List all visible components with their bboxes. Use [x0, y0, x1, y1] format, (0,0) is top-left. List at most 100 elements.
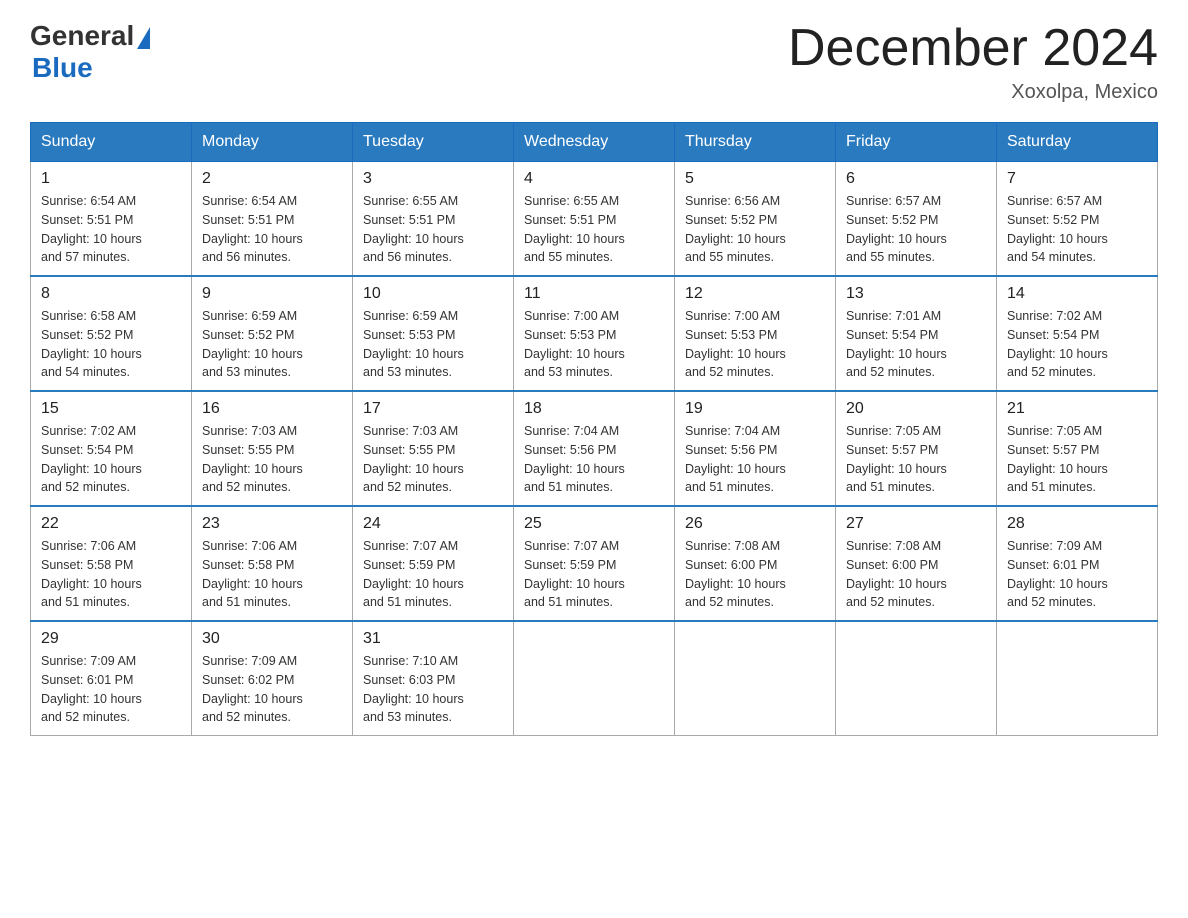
day-number: 20: [846, 400, 986, 418]
day-info: Sunrise: 6:57 AMSunset: 5:52 PMDaylight:…: [1007, 192, 1147, 267]
day-number: 29: [41, 630, 181, 648]
day-number: 27: [846, 515, 986, 533]
day-number: 24: [363, 515, 503, 533]
calendar-cell: 18 Sunrise: 7:04 AMSunset: 5:56 PMDaylig…: [514, 391, 675, 506]
col-friday: Friday: [836, 123, 997, 162]
calendar-cell: 30 Sunrise: 7:09 AMSunset: 6:02 PMDaylig…: [192, 621, 353, 736]
day-info: Sunrise: 7:07 AMSunset: 5:59 PMDaylight:…: [363, 537, 503, 612]
calendar-cell: 7 Sunrise: 6:57 AMSunset: 5:52 PMDayligh…: [997, 162, 1158, 277]
day-info: Sunrise: 7:05 AMSunset: 5:57 PMDaylight:…: [846, 422, 986, 497]
day-number: 13: [846, 285, 986, 303]
day-info: Sunrise: 7:02 AMSunset: 5:54 PMDaylight:…: [1007, 307, 1147, 382]
day-info: Sunrise: 6:58 AMSunset: 5:52 PMDaylight:…: [41, 307, 181, 382]
col-tuesday: Tuesday: [353, 123, 514, 162]
day-number: 30: [202, 630, 342, 648]
day-number: 21: [1007, 400, 1147, 418]
day-number: 23: [202, 515, 342, 533]
day-number: 26: [685, 515, 825, 533]
day-info: Sunrise: 7:06 AMSunset: 5:58 PMDaylight:…: [202, 537, 342, 612]
day-info: Sunrise: 7:05 AMSunset: 5:57 PMDaylight:…: [1007, 422, 1147, 497]
calendar-cell: 19 Sunrise: 7:04 AMSunset: 5:56 PMDaylig…: [675, 391, 836, 506]
day-number: 16: [202, 400, 342, 418]
calendar-cell: 16 Sunrise: 7:03 AMSunset: 5:55 PMDaylig…: [192, 391, 353, 506]
logo-triangle-icon: [137, 27, 150, 49]
calendar-week-5: 29 Sunrise: 7:09 AMSunset: 6:01 PMDaylig…: [31, 621, 1158, 736]
calendar-week-3: 15 Sunrise: 7:02 AMSunset: 5:54 PMDaylig…: [31, 391, 1158, 506]
calendar-cell: [514, 621, 675, 736]
month-title: December 2024: [788, 20, 1158, 77]
location-text: Xoxolpa, Mexico: [788, 81, 1158, 104]
title-block: December 2024 Xoxolpa, Mexico: [788, 20, 1158, 104]
day-number: 11: [524, 285, 664, 303]
calendar-cell: [997, 621, 1158, 736]
calendar-cell: 1 Sunrise: 6:54 AMSunset: 5:51 PMDayligh…: [31, 162, 192, 277]
calendar-cell: 27 Sunrise: 7:08 AMSunset: 6:00 PMDaylig…: [836, 506, 997, 621]
calendar-cell: 29 Sunrise: 7:09 AMSunset: 6:01 PMDaylig…: [31, 621, 192, 736]
calendar-cell: 15 Sunrise: 7:02 AMSunset: 5:54 PMDaylig…: [31, 391, 192, 506]
calendar-cell: [675, 621, 836, 736]
calendar-week-4: 22 Sunrise: 7:06 AMSunset: 5:58 PMDaylig…: [31, 506, 1158, 621]
day-info: Sunrise: 7:01 AMSunset: 5:54 PMDaylight:…: [846, 307, 986, 382]
day-number: 31: [363, 630, 503, 648]
day-info: Sunrise: 7:06 AMSunset: 5:58 PMDaylight:…: [41, 537, 181, 612]
day-info: Sunrise: 7:07 AMSunset: 5:59 PMDaylight:…: [524, 537, 664, 612]
calendar-cell: 23 Sunrise: 7:06 AMSunset: 5:58 PMDaylig…: [192, 506, 353, 621]
day-number: 19: [685, 400, 825, 418]
day-info: Sunrise: 6:57 AMSunset: 5:52 PMDaylight:…: [846, 192, 986, 267]
day-number: 8: [41, 285, 181, 303]
calendar-cell: 22 Sunrise: 7:06 AMSunset: 5:58 PMDaylig…: [31, 506, 192, 621]
day-info: Sunrise: 6:59 AMSunset: 5:52 PMDaylight:…: [202, 307, 342, 382]
day-info: Sunrise: 7:04 AMSunset: 5:56 PMDaylight:…: [524, 422, 664, 497]
calendar-cell: 10 Sunrise: 6:59 AMSunset: 5:53 PMDaylig…: [353, 276, 514, 391]
day-number: 17: [363, 400, 503, 418]
day-info: Sunrise: 7:09 AMSunset: 6:01 PMDaylight:…: [41, 652, 181, 727]
day-info: Sunrise: 7:04 AMSunset: 5:56 PMDaylight:…: [685, 422, 825, 497]
day-number: 25: [524, 515, 664, 533]
col-thursday: Thursday: [675, 123, 836, 162]
calendar-cell: 21 Sunrise: 7:05 AMSunset: 5:57 PMDaylig…: [997, 391, 1158, 506]
logo: General Blue: [30, 20, 150, 84]
calendar-cell: 31 Sunrise: 7:10 AMSunset: 6:03 PMDaylig…: [353, 621, 514, 736]
day-info: Sunrise: 7:08 AMSunset: 6:00 PMDaylight:…: [685, 537, 825, 612]
calendar-cell: 28 Sunrise: 7:09 AMSunset: 6:01 PMDaylig…: [997, 506, 1158, 621]
day-info: Sunrise: 7:02 AMSunset: 5:54 PMDaylight:…: [41, 422, 181, 497]
col-sunday: Sunday: [31, 123, 192, 162]
header-row: Sunday Monday Tuesday Wednesday Thursday…: [31, 123, 1158, 162]
day-info: Sunrise: 7:08 AMSunset: 6:00 PMDaylight:…: [846, 537, 986, 612]
day-info: Sunrise: 6:56 AMSunset: 5:52 PMDaylight:…: [685, 192, 825, 267]
calendar-body: 1 Sunrise: 6:54 AMSunset: 5:51 PMDayligh…: [31, 162, 1158, 736]
logo-general-text: General: [30, 20, 134, 52]
day-number: 14: [1007, 285, 1147, 303]
calendar-cell: 17 Sunrise: 7:03 AMSunset: 5:55 PMDaylig…: [353, 391, 514, 506]
day-number: 1: [41, 170, 181, 188]
day-info: Sunrise: 6:54 AMSunset: 5:51 PMDaylight:…: [41, 192, 181, 267]
calendar-cell: [836, 621, 997, 736]
calendar-cell: 6 Sunrise: 6:57 AMSunset: 5:52 PMDayligh…: [836, 162, 997, 277]
day-info: Sunrise: 7:00 AMSunset: 5:53 PMDaylight:…: [685, 307, 825, 382]
calendar-cell: 26 Sunrise: 7:08 AMSunset: 6:00 PMDaylig…: [675, 506, 836, 621]
day-number: 10: [363, 285, 503, 303]
col-wednesday: Wednesday: [514, 123, 675, 162]
calendar-cell: 9 Sunrise: 6:59 AMSunset: 5:52 PMDayligh…: [192, 276, 353, 391]
day-number: 12: [685, 285, 825, 303]
day-number: 2: [202, 170, 342, 188]
day-number: 9: [202, 285, 342, 303]
calendar-cell: 24 Sunrise: 7:07 AMSunset: 5:59 PMDaylig…: [353, 506, 514, 621]
day-number: 5: [685, 170, 825, 188]
day-number: 28: [1007, 515, 1147, 533]
day-number: 6: [846, 170, 986, 188]
calendar-cell: 3 Sunrise: 6:55 AMSunset: 5:51 PMDayligh…: [353, 162, 514, 277]
day-number: 22: [41, 515, 181, 533]
day-info: Sunrise: 6:54 AMSunset: 5:51 PMDaylight:…: [202, 192, 342, 267]
calendar-cell: 12 Sunrise: 7:00 AMSunset: 5:53 PMDaylig…: [675, 276, 836, 391]
day-info: Sunrise: 7:10 AMSunset: 6:03 PMDaylight:…: [363, 652, 503, 727]
col-monday: Monday: [192, 123, 353, 162]
day-number: 15: [41, 400, 181, 418]
calendar-cell: 2 Sunrise: 6:54 AMSunset: 5:51 PMDayligh…: [192, 162, 353, 277]
calendar-cell: 8 Sunrise: 6:58 AMSunset: 5:52 PMDayligh…: [31, 276, 192, 391]
day-number: 18: [524, 400, 664, 418]
calendar-week-2: 8 Sunrise: 6:58 AMSunset: 5:52 PMDayligh…: [31, 276, 1158, 391]
day-info: Sunrise: 7:09 AMSunset: 6:01 PMDaylight:…: [1007, 537, 1147, 612]
col-saturday: Saturday: [997, 123, 1158, 162]
day-info: Sunrise: 7:03 AMSunset: 5:55 PMDaylight:…: [363, 422, 503, 497]
